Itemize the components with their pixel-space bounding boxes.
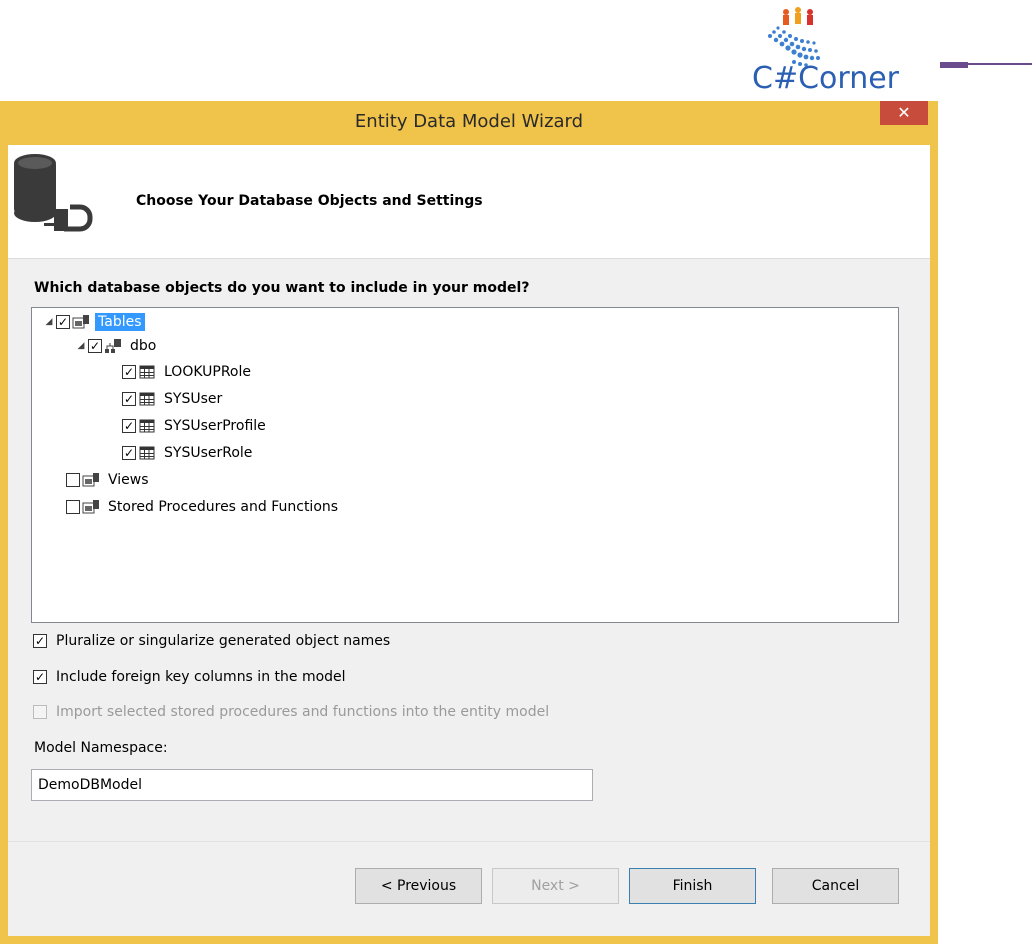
wizard-header: Choose Your Database Objects and Setting…	[8, 145, 930, 259]
database-connect-icon	[14, 154, 93, 232]
tree-node-tables[interactable]: ◢ ✓ Tables	[42, 310, 145, 334]
next-button: Next >	[492, 868, 619, 904]
expanded-arrow-icon[interactable]: ◢	[74, 341, 88, 351]
table-icon	[139, 419, 155, 433]
tree-label-table[interactable]: SYSUser	[161, 390, 225, 408]
expanded-arrow-icon[interactable]: ◢	[42, 317, 56, 327]
views-checkbox[interactable]	[66, 473, 80, 487]
dbo-checkbox[interactable]: ✓	[88, 339, 102, 353]
import-procedures-label: Import selected stored procedures and fu…	[56, 704, 550, 720]
objects-question-label: Which database objects do you want to in…	[34, 280, 530, 296]
tree-label-stored-procedures[interactable]: Stored Procedures and Functions	[105, 498, 341, 516]
tree-node-dbo[interactable]: ◢ ✓ dbo	[74, 334, 159, 358]
table-icon	[139, 392, 155, 406]
close-icon: ✕	[897, 103, 911, 122]
csharpcorner-logo: C#Corner	[752, 6, 1032, 102]
option-import-procedures: Import selected stored procedures and fu…	[33, 702, 549, 722]
logo-globe-people-icon	[768, 7, 820, 67]
option-foreign-keys[interactable]: ✓ Include foreign key columns in the mod…	[33, 667, 346, 687]
tree-node-table[interactable]: ✓ LOOKUPRole	[122, 360, 254, 384]
footer-divider	[8, 841, 930, 842]
wizard-window: Entity Data Model Wizard ✕ Choose Your D…	[0, 101, 938, 944]
views-folder-icon	[82, 473, 99, 487]
logo-text: C#Corner	[752, 61, 899, 96]
pluralize-checkbox[interactable]: ✓	[33, 634, 47, 648]
page-title: Choose Your Database Objects and Setting…	[136, 193, 483, 209]
table-checkbox[interactable]: ✓	[122, 365, 136, 379]
schema-icon	[105, 339, 121, 353]
tree-node-views[interactable]: Views	[66, 468, 152, 492]
table-checkbox[interactable]: ✓	[122, 419, 136, 433]
finish-button[interactable]: Finish	[629, 868, 756, 904]
tree-node-table[interactable]: ✓ SYSUserProfile	[122, 414, 269, 438]
procedures-folder-icon	[82, 500, 99, 514]
tree-node-table[interactable]: ✓ SYSUserRole	[122, 441, 255, 465]
tree-label-table[interactable]: SYSUserProfile	[161, 417, 269, 435]
title-bar[interactable]: Entity Data Model Wizard ✕	[0, 101, 938, 145]
tables-folder-icon	[72, 315, 89, 329]
tree-label-table[interactable]: SYSUserRole	[161, 444, 255, 462]
tree-node-table[interactable]: ✓ SYSUser	[122, 387, 225, 411]
table-icon	[139, 446, 155, 460]
foreign-keys-label[interactable]: Include foreign key columns in the model	[56, 669, 346, 685]
tree-label-views[interactable]: Views	[105, 471, 152, 489]
pluralize-label[interactable]: Pluralize or singularize generated objec…	[56, 633, 390, 649]
import-procedures-checkbox	[33, 705, 47, 719]
logo-divider	[940, 63, 1032, 65]
model-namespace-label: Model Namespace:	[34, 740, 168, 756]
tree-label-dbo[interactable]: dbo	[127, 337, 159, 355]
tree-label-tables[interactable]: Tables	[95, 313, 145, 331]
wizard-content: Choose Your Database Objects and Setting…	[8, 145, 930, 936]
tree-label-table[interactable]: LOOKUPRole	[161, 363, 254, 381]
stored-procedures-checkbox[interactable]	[66, 500, 80, 514]
model-namespace-input[interactable]	[31, 769, 593, 801]
table-icon	[139, 365, 155, 379]
database-objects-tree[interactable]: ◢ ✓ Tables ◢ ✓ dbo ✓ LOOKUPRole ✓ SYSUse…	[31, 307, 899, 623]
cancel-button[interactable]: Cancel	[772, 868, 899, 904]
table-checkbox[interactable]: ✓	[122, 446, 136, 460]
table-checkbox[interactable]: ✓	[122, 392, 136, 406]
option-pluralize[interactable]: ✓ Pluralize or singularize generated obj…	[33, 631, 390, 651]
tables-checkbox[interactable]: ✓	[56, 315, 70, 329]
tree-node-stored-procedures[interactable]: Stored Procedures and Functions	[66, 495, 341, 519]
previous-button[interactable]: < Previous	[355, 868, 482, 904]
foreign-keys-checkbox[interactable]: ✓	[33, 670, 47, 684]
close-button[interactable]: ✕	[880, 101, 928, 125]
window-title: Entity Data Model Wizard	[354, 111, 584, 132]
